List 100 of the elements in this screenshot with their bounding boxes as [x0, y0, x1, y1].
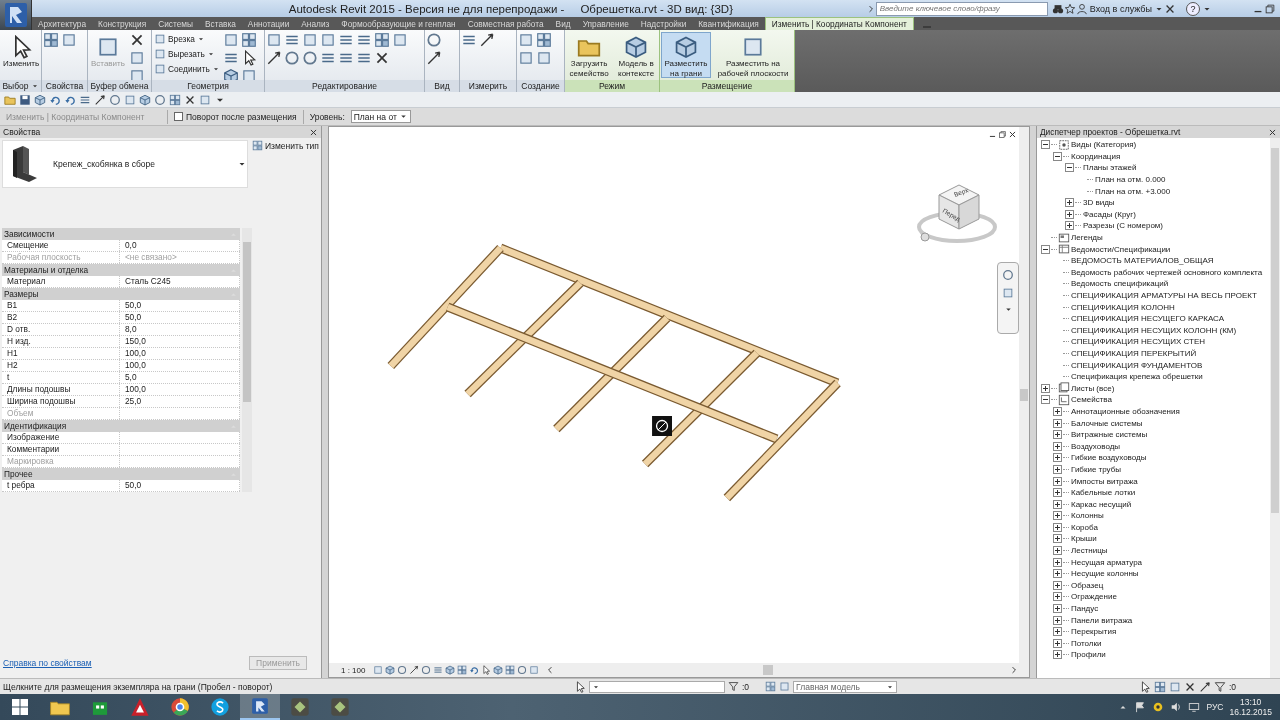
expand-icon[interactable] [1053, 615, 1062, 625]
expand-icon[interactable] [1053, 430, 1062, 440]
tree-item[interactable]: Профили [1070, 650, 1107, 660]
property-value[interactable]: 50,0 [120, 300, 240, 311]
circle-icon[interactable] [154, 93, 166, 106]
tree-item[interactable]: Короба [1070, 522, 1099, 532]
ribbon-tab[interactable]: Аннотации [241, 17, 296, 30]
grid-icon[interactable] [169, 93, 181, 106]
expand-icon[interactable] [1053, 580, 1062, 590]
restore-icon[interactable] [1264, 2, 1276, 15]
curved-arrow-icon[interactable] [469, 665, 480, 675]
expand-icon[interactable] [1053, 499, 1062, 509]
tree-item[interactable]: Воздуховоды [1070, 441, 1122, 451]
scrollbar[interactable] [242, 228, 252, 492]
expand-icon[interactable] [1053, 546, 1062, 556]
tree-item[interactable]: СПЕЦИФИКАЦИЯ ПЕРЕКРЫТИЙ [1070, 349, 1198, 358]
expand-icon[interactable] [1053, 592, 1062, 602]
tree-item[interactable]: Каркас несущий [1070, 499, 1133, 509]
close-icon[interactable] [1268, 127, 1277, 137]
tree-item[interactable]: Ведомость рабочих чертежей основного комплекта [1070, 267, 1264, 277]
expand-icon[interactable] [1053, 488, 1062, 498]
ribbon-button[interactable]: Врезка [153, 32, 221, 46]
grid-icon[interactable] [240, 32, 257, 48]
ribbon-tab[interactable]: Управление [576, 17, 635, 30]
tree-item[interactable]: Пандус [1070, 604, 1100, 614]
ribbon-tab[interactable]: Конструкция [92, 17, 153, 30]
taskbar-button[interactable] [240, 694, 280, 720]
tree-item[interactable]: Несущие колонны [1070, 569, 1140, 579]
grid-icon[interactable] [457, 665, 468, 675]
tree-item[interactable]: План на отм. 0.000 [1094, 175, 1167, 185]
ribbon-button[interactable]: Разместить на грани [661, 32, 712, 78]
grid-icon[interactable] [374, 32, 390, 48]
tree-item[interactable]: 3D виды [1082, 198, 1116, 208]
cube-icon[interactable] [222, 68, 239, 80]
group-header[interactable]: Материалы и отделка [2, 264, 240, 276]
tree-item[interactable]: Легенды [1070, 233, 1104, 243]
ribbon-tab[interactable]: Квантификация [692, 17, 765, 30]
ribbon-tab[interactable]: Совместная работа [461, 17, 550, 30]
grid-icon[interactable] [505, 665, 516, 675]
tree-item[interactable]: Крыши [1070, 534, 1098, 544]
floppy-icon[interactable] [19, 93, 31, 106]
grid-icon[interactable] [43, 32, 59, 48]
scrollbar-thumb[interactable] [1271, 148, 1279, 513]
tree-item[interactable]: Разрезы (С номером) [1082, 221, 1164, 231]
expand-icon[interactable] [1065, 209, 1074, 219]
flag-icon[interactable] [1134, 701, 1147, 713]
caret-icon[interactable] [30, 82, 39, 90]
expand-icon[interactable] [1053, 441, 1062, 451]
expand-icon[interactable] [1053, 522, 1062, 532]
help-link[interactable]: Справка по свойствам [3, 658, 92, 668]
scrollbar[interactable] [1270, 138, 1280, 678]
property-value[interactable]: Сталь С245 [120, 276, 240, 287]
tree-item[interactable]: Кабельные лотки [1070, 488, 1137, 498]
expand-icon[interactable] [1053, 418, 1062, 428]
square-icon[interactable] [124, 93, 136, 106]
scrollbar-thumb[interactable] [763, 665, 774, 675]
ribbon-tab[interactable]: Системы [152, 17, 199, 30]
circle-icon[interactable] [517, 665, 528, 675]
volume-icon[interactable] [1170, 701, 1183, 713]
ribbon-button[interactable]: Загрузить семейство [566, 32, 613, 78]
ribbon-tab[interactable]: Изменить | Координаты Компонент [764, 17, 914, 30]
property-value[interactable]: 50,0 [120, 480, 240, 491]
binoculars-icon[interactable] [1051, 2, 1064, 15]
tree-item[interactable]: Координация [1070, 151, 1122, 161]
tree-item[interactable]: Гибкие трубы [1070, 464, 1123, 474]
model-dropdown[interactable]: Главная модель [793, 680, 898, 693]
language-indicator[interactable]: РУС [1206, 702, 1224, 712]
ribbon-button[interactable]: Вырезать [153, 47, 221, 61]
close-icon[interactable] [309, 127, 318, 137]
tree-item[interactable]: Панели витража [1070, 615, 1134, 625]
tree-item[interactable]: ВЕДОМОСТЬ МАТЕРИАЛОВ_ОБЩАЯ [1070, 256, 1215, 266]
property-value[interactable]: 50,0 [120, 312, 240, 323]
tree-item[interactable]: СПЕЦИФИКАЦИЯ КОЛОНН [1070, 302, 1176, 312]
tree-item[interactable]: Фасады (Круг) [1082, 209, 1137, 219]
tree-item[interactable]: Витражные системы [1070, 430, 1149, 440]
tree-item[interactable]: Планы этажей [1082, 163, 1138, 173]
person-icon[interactable] [1075, 2, 1088, 15]
tree-item[interactable]: СПЕЦИФИКАЦИЯ АРМАТУРЫ НА ВЕСЬ ПРОЕКТ [1070, 291, 1258, 300]
property-value[interactable]: 150,0 [120, 336, 240, 347]
tree-item[interactable]: Колонны [1070, 511, 1105, 521]
pointer-icon[interactable] [574, 680, 586, 693]
tree-item[interactable]: Гибкие воздуховоды [1070, 453, 1148, 463]
expand-icon[interactable] [1053, 638, 1062, 648]
cube-icon[interactable] [445, 665, 456, 675]
property-value[interactable]: 8,0 [120, 324, 240, 335]
ribbon-button[interactable]: Разместить на рабочей плоскости [713, 32, 793, 78]
tree-item[interactable]: Виды (Категория) [1070, 140, 1138, 150]
ribbon-tab[interactable]: Архитектура [32, 17, 93, 30]
type-selector[interactable]: Крепеж_скобянка в сборе [2, 140, 248, 188]
circle-icon[interactable] [302, 50, 318, 66]
steering-wheel-icon[interactable] [1002, 269, 1014, 281]
ribbon-tab[interactable]: Вставка [199, 17, 242, 30]
expand-icon[interactable] [1053, 534, 1062, 544]
expand-icon[interactable] [1065, 198, 1074, 208]
help-button[interactable]: ? [1186, 1, 1200, 16]
tree-item[interactable]: СПЕЦИФИКАЦИЯ НЕСУЩЕГО КАРКАСА [1070, 314, 1225, 324]
grid-icon[interactable] [536, 32, 552, 48]
filter-icon[interactable] [728, 681, 739, 692]
expand-icon[interactable] [1053, 650, 1062, 660]
circle-icon[interactable] [397, 665, 408, 675]
